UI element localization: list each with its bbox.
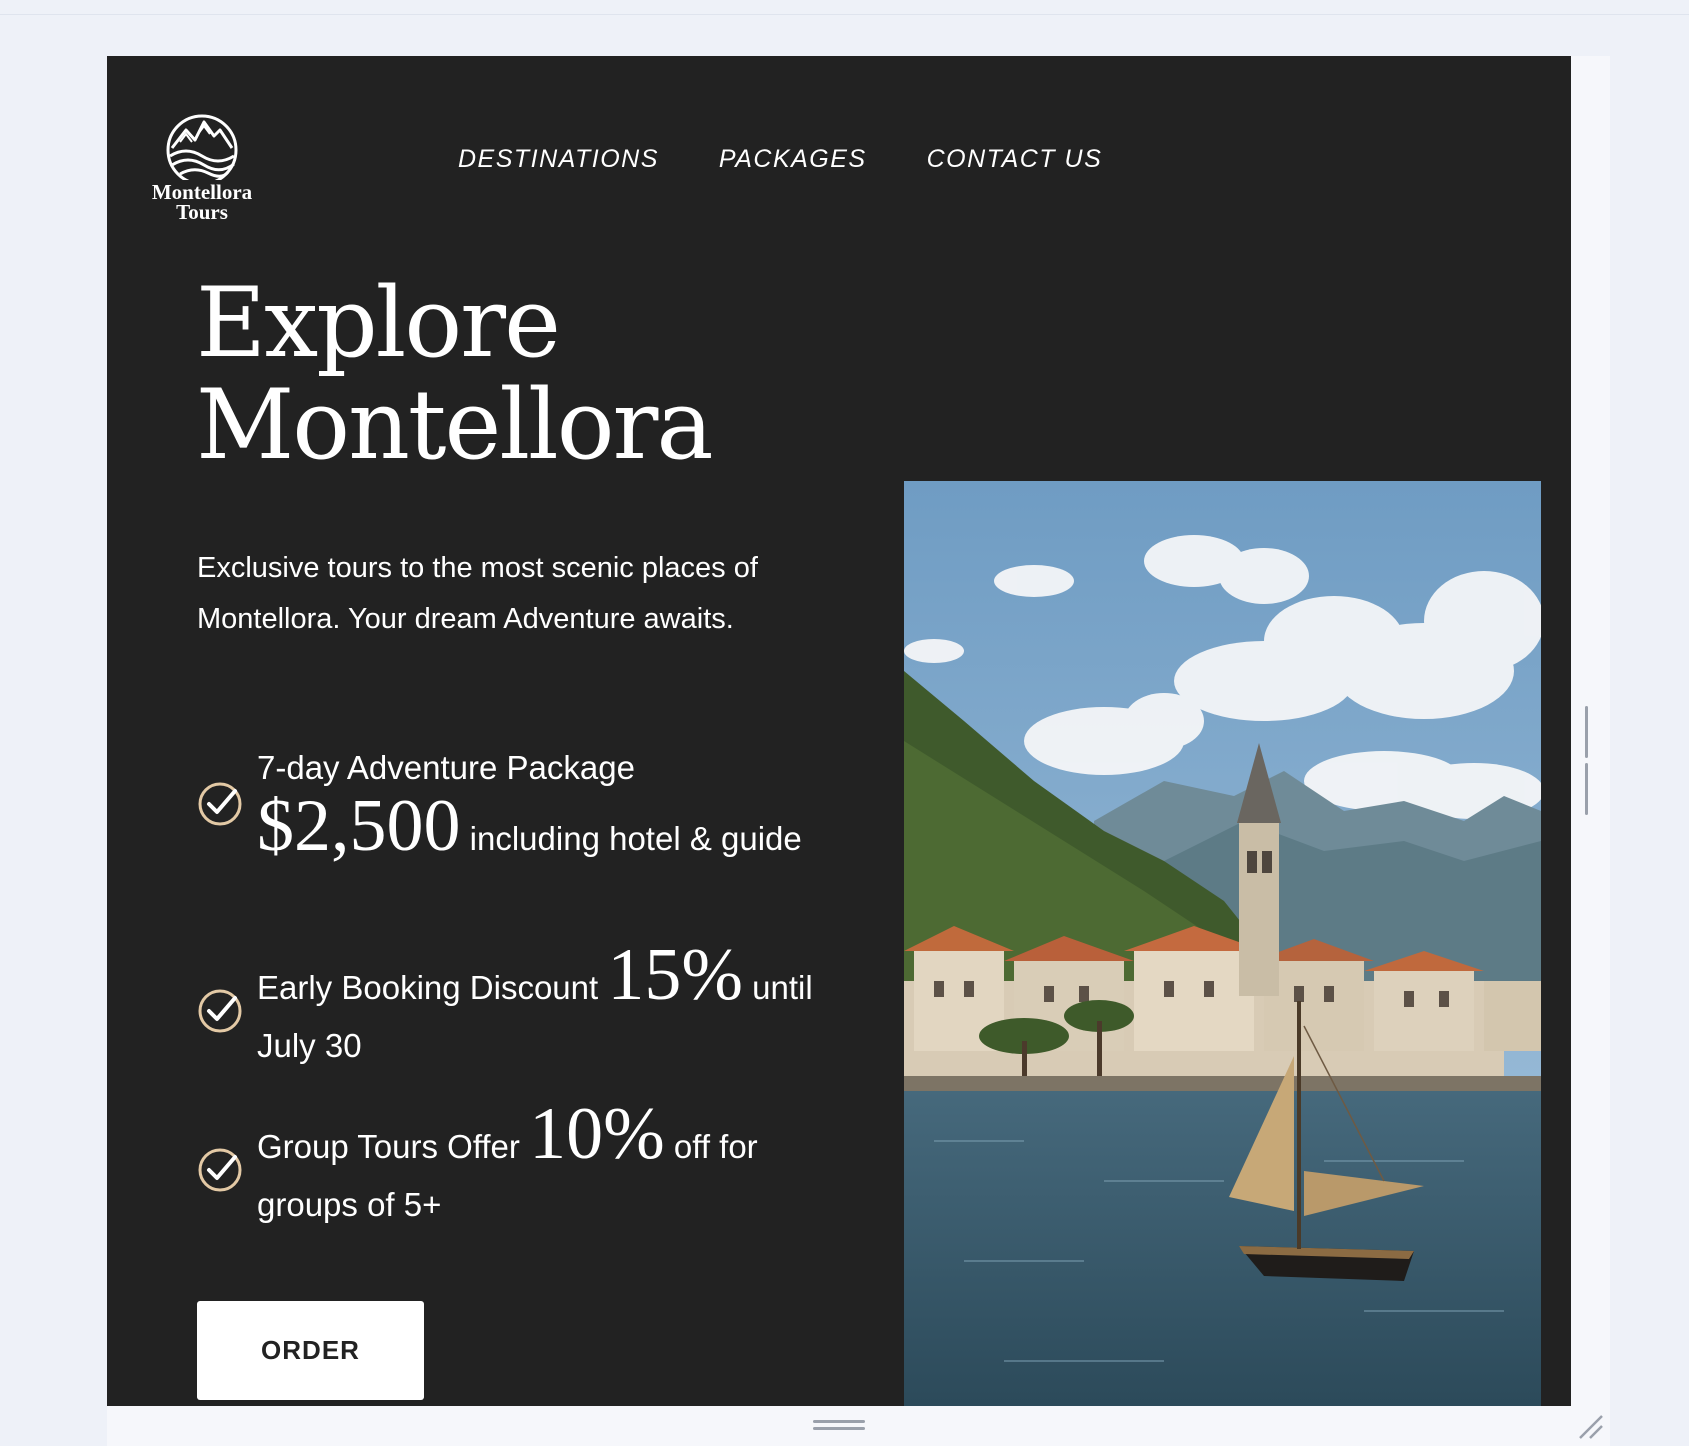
brand-name-line1: Montellora <box>151 180 253 204</box>
hero-section: Montellora Tours DESTINATIONS PACKAGES C… <box>107 56 1571 1406</box>
feature-discount: 10% <box>529 1093 665 1175</box>
feature-text: Early Booking Discount 15% until July 30 <box>257 938 817 1075</box>
main-nav: DESTINATIONS PACKAGES CONTACT US <box>458 145 1102 174</box>
feature-text: 7-day Adventure Package $2,500 including… <box>257 739 802 868</box>
brand-name: Montellora Tours <box>147 180 257 224</box>
feature-text: Group Tours Offer 10% off for groups of … <box>257 1097 817 1234</box>
order-button[interactable]: ORDER <box>197 1301 424 1400</box>
feature-price: $2,500 <box>257 785 461 867</box>
nav-link-packages[interactable]: PACKAGES <box>719 145 867 174</box>
vertical-drag-handle[interactable] <box>1585 706 1597 815</box>
page-title-line2: Montellora <box>196 369 714 481</box>
feature-group-tours: Group Tours Offer 10% off for groups of … <box>197 1097 817 1234</box>
check-circle-icon <box>198 782 242 825</box>
top-toolbar-strip <box>0 0 1689 15</box>
page-title-line1: Explore <box>196 267 561 379</box>
feature-pre: Group Tours Offer <box>257 1128 530 1165</box>
feature-discount: 15% <box>607 934 743 1016</box>
check-circle-icon <box>198 989 242 1032</box>
hero-image <box>904 481 1541 1406</box>
horizontal-drag-handle[interactable] <box>813 1420 865 1432</box>
resize-grip-icon[interactable] <box>1576 1412 1604 1440</box>
brand-logo[interactable]: Montellora Tours <box>147 112 257 232</box>
hero-image-illustration <box>904 481 1541 1406</box>
intro-text: Exclusive tours to the most scenic place… <box>197 552 758 635</box>
feature-early-booking: Early Booking Discount 15% until July 30 <box>197 938 817 1075</box>
feature-pre: 7-day Adventure Package <box>257 749 635 786</box>
check-circle-icon <box>198 1148 242 1191</box>
nav-link-destinations[interactable]: DESTINATIONS <box>458 145 659 174</box>
feature-post: including hotel & guide <box>460 820 802 857</box>
nav-link-contact-us[interactable]: CONTACT US <box>927 145 1103 174</box>
feature-adventure-package: 7-day Adventure Package $2,500 including… <box>197 739 817 868</box>
feature-pre: Early Booking Discount <box>257 969 608 1006</box>
page-title: Explore Montellora <box>196 267 714 481</box>
brand-name-line2: Tours <box>176 200 228 224</box>
mountains-waves-icon <box>166 114 238 180</box>
